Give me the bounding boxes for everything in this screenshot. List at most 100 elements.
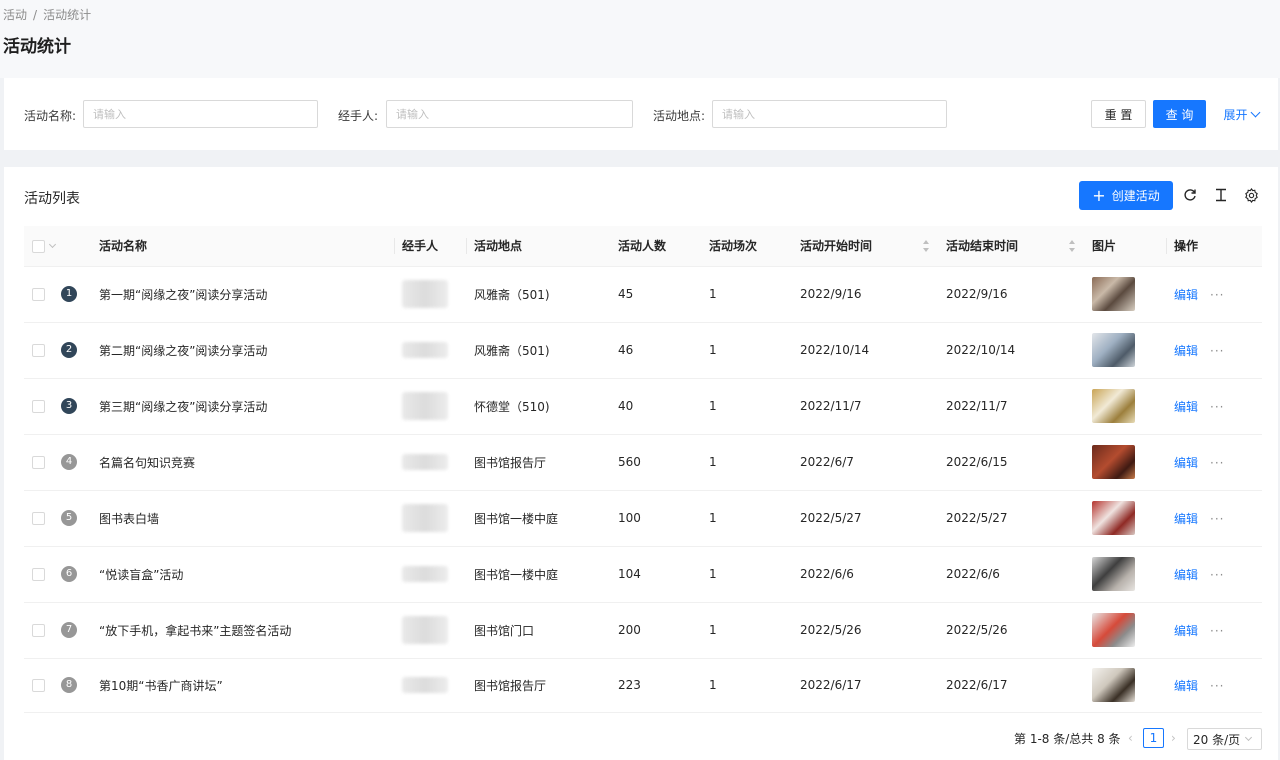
people-cell: 40 — [610, 378, 701, 435]
row-checkbox[interactable] — [32, 399, 45, 413]
more-actions-icon[interactable]: ··· — [1210, 344, 1224, 358]
actions-cell: 编辑 ··· — [1166, 546, 1262, 603]
edit-link[interactable]: 编辑 — [1174, 624, 1198, 638]
chevron-down-icon[interactable] — [48, 240, 57, 248]
row-index-badge: 3 — [61, 398, 77, 414]
expand-button[interactable]: 展开 — [1218, 100, 1264, 128]
location-cell: 图书馆一楼中庭 — [466, 490, 610, 547]
column-height-icon[interactable] — [1212, 186, 1230, 204]
row-index-badge: 6 — [61, 566, 77, 582]
breadcrumb-item-stats: 活动统计 — [43, 8, 92, 22]
people-cell: 100 — [610, 490, 701, 547]
end-time-cell: 2022/5/27 — [938, 490, 1084, 547]
page-size-select[interactable]: 20 条/页 — [1187, 728, 1262, 750]
start-time-cell: 2022/6/6 — [792, 546, 938, 603]
row-checkbox[interactable] — [32, 511, 45, 525]
location-cell: 风雅斋（501) — [466, 266, 610, 323]
chevron-right-icon[interactable]: › — [1171, 728, 1176, 748]
activity-thumbnail[interactable] — [1092, 668, 1135, 702]
activity-thumbnail[interactable] — [1092, 389, 1135, 423]
more-actions-icon[interactable]: ··· — [1210, 624, 1224, 638]
page-header: 活动 / 活动统计 活动统计 — [0, 0, 1280, 78]
sessions-cell: 1 — [701, 434, 792, 491]
edit-link[interactable]: 编辑 — [1174, 512, 1198, 526]
header-start-time[interactable]: 活动开始时间 — [792, 226, 938, 267]
edit-link[interactable]: 编辑 — [1174, 344, 1198, 358]
create-activity-button[interactable]: + 创建活动 — [1079, 181, 1173, 210]
manager-input[interactable] — [386, 100, 633, 128]
edit-link[interactable]: 编辑 — [1174, 679, 1198, 693]
more-actions-icon[interactable]: ··· — [1210, 512, 1224, 526]
image-cell — [1084, 546, 1166, 603]
start-time-cell: 2022/6/17 — [792, 658, 938, 713]
sessions-cell: 1 — [701, 378, 792, 435]
activity-thumbnail[interactable] — [1092, 333, 1135, 367]
edit-link[interactable]: 编辑 — [1174, 568, 1198, 582]
row-checkbox[interactable] — [32, 678, 45, 692]
header-manager: 经手人 — [394, 226, 466, 267]
header-divider — [394, 238, 395, 254]
reload-icon[interactable] — [1181, 186, 1199, 204]
blurred-manager-name — [402, 504, 448, 532]
pagination-current-page[interactable]: 1 — [1143, 728, 1164, 748]
setting-icon[interactable] — [1242, 186, 1260, 204]
create-activity-label: 创建活动 — [1111, 189, 1160, 203]
manager-label: 经手人: — [338, 109, 379, 123]
row-select-cell: 3 — [24, 378, 91, 435]
header-divider — [1166, 238, 1167, 254]
sort-icon[interactable] — [923, 240, 930, 252]
reset-button[interactable]: 重 置 — [1091, 100, 1146, 128]
select-all-checkbox[interactable] — [32, 239, 45, 253]
activity-thumbnail[interactable] — [1092, 557, 1135, 591]
activity-thumbnail[interactable] — [1092, 277, 1135, 311]
activity-list-card: 活动列表 + 创建活动 活动名称 经手人 活动地点 活动人数 活动场次 活动开始时… — [4, 167, 1278, 760]
row-checkbox[interactable] — [32, 287, 45, 301]
breadcrumb-item-activity[interactable]: 活动 — [3, 8, 27, 22]
sessions-cell: 1 — [701, 602, 792, 659]
manager-cell — [394, 322, 466, 379]
more-actions-icon[interactable]: ··· — [1210, 679, 1224, 693]
plus-icon: + — [1092, 185, 1106, 205]
blurred-manager-name — [402, 566, 448, 582]
activity-name-cell: 名篇名句知识竞赛 — [91, 434, 394, 491]
location-input[interactable] — [712, 100, 947, 128]
row-checkbox[interactable] — [32, 455, 45, 469]
row-checkbox[interactable] — [32, 623, 45, 637]
more-actions-icon[interactable]: ··· — [1210, 568, 1224, 582]
activity-thumbnail[interactable] — [1092, 613, 1135, 647]
chevron-left-icon[interactable]: ‹ — [1128, 728, 1133, 748]
sessions-cell: 1 — [701, 546, 792, 603]
header-start-time-label: 活动开始时间 — [800, 239, 873, 254]
activity-name-cell: 图书表白墙 — [91, 490, 394, 547]
activity-name-input[interactable] — [83, 100, 318, 128]
people-cell: 45 — [610, 266, 701, 323]
actions-cell: 编辑 ··· — [1166, 378, 1262, 435]
query-button[interactable]: 查 询 — [1153, 100, 1206, 128]
edit-link[interactable]: 编辑 — [1174, 456, 1198, 470]
more-actions-icon[interactable]: ··· — [1210, 400, 1224, 414]
more-actions-icon[interactable]: ··· — [1210, 456, 1224, 470]
header-select-all[interactable] — [24, 226, 91, 267]
row-select-cell: 5 — [24, 490, 91, 547]
table-row: 8 第10期“书香广商讲坛” 图书馆报告厅 223 1 2022/6/17 2022/6/1… — [24, 658, 1262, 713]
blurred-manager-name — [402, 342, 448, 358]
list-title: 活动列表 — [24, 191, 80, 207]
edit-link[interactable]: 编辑 — [1174, 288, 1198, 302]
page-title: 活动统计 — [3, 37, 71, 57]
activity-thumbnail[interactable] — [1092, 501, 1135, 535]
sort-icon[interactable] — [1069, 240, 1076, 252]
row-checkbox[interactable] — [32, 567, 45, 581]
row-checkbox[interactable] — [32, 343, 45, 357]
breadcrumb: 活动 / 活动统计 — [3, 6, 91, 23]
table-row: 1 第一期“阅缘之夜”阅读分享活动 风雅斋（501) 45 1 2022/9/16 2022… — [24, 266, 1262, 323]
table-row: 7 “放下手机，拿起书来”主题签名活动 图书馆门口 200 1 2022/5/26 2022… — [24, 602, 1262, 659]
activity-thumbnail[interactable] — [1092, 445, 1135, 479]
image-cell — [1084, 602, 1166, 659]
more-actions-icon[interactable]: ··· — [1210, 288, 1224, 302]
edit-link[interactable]: 编辑 — [1174, 400, 1198, 414]
activity-table: 活动名称 经手人 活动地点 活动人数 活动场次 活动开始时间 活动结束时间 图片… — [24, 226, 1262, 713]
header-end-time[interactable]: 活动结束时间 — [938, 226, 1084, 267]
header-actions: 操作 — [1166, 226, 1262, 267]
header-location-label: 活动地点 — [474, 239, 523, 254]
table-row: 5 图书表白墙 图书馆一楼中庭 100 1 2022/5/27 2022/5/27 编辑 ··· — [24, 490, 1262, 547]
